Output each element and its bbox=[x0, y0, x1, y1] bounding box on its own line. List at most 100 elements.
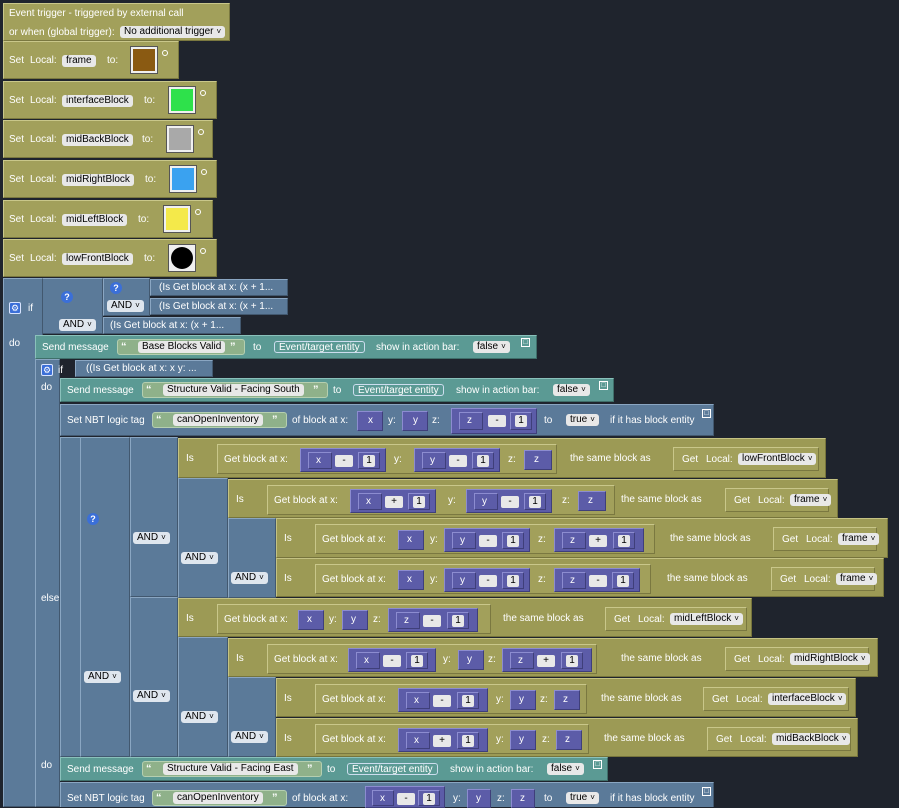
number-field[interactable]: 1 bbox=[413, 496, 425, 508]
block-image-input[interactable] bbox=[166, 125, 194, 153]
compare-block-midback[interactable]: Is Get block at x: x + 1 y: y z: z the s… bbox=[276, 718, 858, 757]
collapsed-condition-4[interactable]: ((Is Get block at x: x y: ... bbox=[75, 360, 213, 377]
minus-operator[interactable]: - bbox=[397, 793, 415, 805]
gear-icon[interactable]: ⚙ bbox=[41, 364, 53, 376]
help-icon[interactable]: ? bbox=[110, 282, 122, 294]
x-minus-expression[interactable]: x - 1 bbox=[300, 448, 386, 472]
x-minus-expression[interactable]: x - 1 bbox=[398, 688, 488, 712]
string-input[interactable]: “ canOpenInventory ” bbox=[152, 790, 287, 806]
minus-operator[interactable]: - bbox=[383, 655, 401, 667]
z-plus-expression[interactable]: z + 1 bbox=[554, 528, 644, 552]
set-nbt-tag-block-2[interactable]: Set NBT logic tag “ canOpenInventory ” o… bbox=[60, 782, 714, 808]
local-variable-dropdown[interactable]: frame bbox=[836, 573, 878, 585]
mutator-icon[interactable]: □ bbox=[521, 338, 530, 347]
compare-block-midleft[interactable]: Is Get block at x: x y: y z: z - 1 the s… bbox=[178, 598, 752, 637]
number-field[interactable]: 1 bbox=[515, 415, 527, 427]
collapsed-condition-2[interactable]: (Is Get block at x: (x + 1... bbox=[150, 298, 288, 315]
help-icon[interactable]: ? bbox=[87, 513, 99, 525]
y-variable[interactable]: y bbox=[402, 411, 428, 431]
get-local-block[interactable]: Get Local: frame bbox=[773, 527, 880, 551]
send-message-facing-east[interactable]: Send message “ Structure Valid - Facing … bbox=[60, 757, 608, 781]
get-block-at[interactable]: Get block at x: x y: y - 1 z: z - 1 bbox=[315, 564, 651, 594]
get-local-block[interactable]: Get Local: midLeftBlock bbox=[605, 607, 747, 631]
get-block-at[interactable]: Get block at x: x - 1 y: y z: z + 1 bbox=[267, 644, 597, 674]
minus-operator[interactable]: - bbox=[423, 615, 441, 627]
z-minus-expression[interactable]: z - 1 bbox=[451, 408, 537, 434]
local-variable-dropdown[interactable]: frame bbox=[838, 533, 880, 545]
z-minus-expression[interactable]: z - 1 bbox=[388, 608, 478, 632]
local-variable-dropdown[interactable]: midLeftBlock bbox=[670, 613, 743, 625]
variable-name-field[interactable]: lowFrontBlock bbox=[62, 253, 133, 265]
number-field[interactable]: 1 bbox=[477, 455, 489, 467]
set-local-midleft-block[interactable]: Set Local: midLeftBlock to: bbox=[3, 200, 213, 238]
z-variable[interactable]: z bbox=[524, 450, 552, 470]
compare-block-frame-1[interactable]: Is Get block at x: x + 1 y: y - 1 z: z t… bbox=[228, 479, 838, 518]
block-image-input[interactable] bbox=[168, 244, 196, 272]
local-variable-dropdown[interactable]: frame bbox=[790, 494, 832, 506]
x-minus-expression[interactable]: x - 1 bbox=[348, 648, 436, 672]
x-plus-expression[interactable]: x + 1 bbox=[350, 489, 436, 513]
and-block-level-1[interactable] bbox=[80, 437, 130, 757]
and-operator-dropdown[interactable]: AND bbox=[181, 711, 218, 723]
global-trigger-dropdown[interactable]: No additional trigger bbox=[120, 26, 226, 38]
and-operator-dropdown[interactable]: AND bbox=[84, 671, 121, 683]
x-minus-expression[interactable]: x - 1 bbox=[365, 786, 445, 808]
gear-icon[interactable]: ⚙ bbox=[9, 302, 21, 314]
number-field[interactable]: 1 bbox=[423, 793, 435, 805]
collapsed-condition-3[interactable]: (Is Get block at x: (x + 1... bbox=[103, 317, 241, 334]
message-text-field[interactable]: Structure Valid - Facing East bbox=[163, 763, 298, 775]
minus-operator[interactable]: - bbox=[488, 415, 506, 427]
and-block-level-4a[interactable] bbox=[228, 518, 276, 598]
and-operator-dropdown[interactable]: AND bbox=[231, 572, 268, 584]
event-trigger-block[interactable]: Event trigger - triggered by external ca… bbox=[3, 3, 230, 41]
variable-name-field[interactable]: frame bbox=[62, 55, 96, 67]
block-image-input[interactable] bbox=[168, 86, 196, 114]
and-block-level-2b[interactable] bbox=[130, 597, 178, 757]
action-bar-dropdown[interactable]: false bbox=[553, 384, 590, 396]
x-plus-expression[interactable]: x + 1 bbox=[398, 728, 488, 752]
number-field[interactable]: 1 bbox=[618, 535, 630, 547]
number-field[interactable]: 1 bbox=[363, 455, 375, 467]
get-block-at[interactable]: Get block at x: x - 1 y: y z: z bbox=[315, 684, 587, 714]
z-variable[interactable]: z bbox=[511, 789, 535, 808]
and-operator-dropdown[interactable]: AND bbox=[133, 690, 170, 702]
compare-block-frame-3[interactable]: Is Get block at x: x y: y - 1 z: z - 1 t… bbox=[276, 558, 884, 597]
nbt-value-dropdown[interactable]: true bbox=[566, 792, 599, 804]
variable-name-field[interactable]: midBackBlock bbox=[62, 134, 133, 146]
block-image-input[interactable] bbox=[130, 46, 158, 74]
send-message-base-valid[interactable]: Send message “ Base Blocks Valid ” to Ev… bbox=[35, 335, 537, 359]
variable-name-field[interactable]: midRightBlock bbox=[62, 174, 134, 186]
x-variable[interactable]: x bbox=[357, 411, 383, 431]
y-variable[interactable]: y bbox=[458, 650, 484, 670]
and-operator-dropdown[interactable]: AND bbox=[181, 552, 218, 564]
minus-operator[interactable]: - bbox=[589, 575, 607, 587]
and-block-level-3a[interactable] bbox=[178, 478, 228, 598]
get-block-at[interactable]: Get block at x: x + 1 y: y - 1 z: z bbox=[267, 485, 615, 515]
get-block-at[interactable]: Get block at x: x y: y - 1 z: z + 1 bbox=[315, 524, 655, 554]
and-operator-dropdown[interactable]: AND bbox=[107, 300, 144, 312]
z-variable[interactable]: z bbox=[578, 491, 606, 511]
set-local-frame-block[interactable]: Set Local: frame to: bbox=[3, 41, 179, 79]
message-text-field[interactable]: Structure Valid - Facing South bbox=[163, 384, 304, 396]
number-field[interactable]: 1 bbox=[507, 575, 519, 587]
set-nbt-tag-block[interactable]: Set NBT logic tag “ canOpenInventory ” o… bbox=[60, 404, 714, 436]
string-input[interactable]: “ Structure Valid - Facing South ” bbox=[142, 382, 328, 398]
z-variable[interactable]: z bbox=[556, 730, 582, 750]
and-operator-dropdown[interactable]: AND bbox=[231, 731, 268, 743]
compare-block-interface[interactable]: Is Get block at x: x - 1 y: y z: z the s… bbox=[276, 678, 856, 717]
tag-name-field[interactable]: canOpenInventory bbox=[173, 792, 263, 804]
number-field[interactable]: 1 bbox=[462, 695, 474, 707]
get-block-at[interactable]: Get block at x: x + 1 y: y z: z bbox=[315, 724, 589, 754]
inner-if-block[interactable]: ⚙ if do else if do bbox=[35, 359, 67, 807]
minus-operator[interactable]: - bbox=[335, 455, 353, 467]
local-variable-dropdown[interactable]: lowFrontBlock bbox=[738, 453, 817, 465]
get-block-at[interactable]: Get block at x: x - 1 y: y - 1 z: z bbox=[217, 444, 557, 474]
z-variable[interactable]: z bbox=[554, 690, 580, 710]
number-field[interactable]: 1 bbox=[617, 575, 629, 587]
plus-operator[interactable]: + bbox=[537, 655, 555, 667]
and-block-level-2a[interactable] bbox=[130, 437, 178, 597]
string-input[interactable]: “ Structure Valid - Facing East ” bbox=[142, 761, 322, 777]
target-entity-field[interactable]: Event/target entity bbox=[353, 384, 444, 396]
plus-operator[interactable]: + bbox=[433, 735, 451, 747]
plus-operator[interactable]: + bbox=[589, 535, 607, 547]
